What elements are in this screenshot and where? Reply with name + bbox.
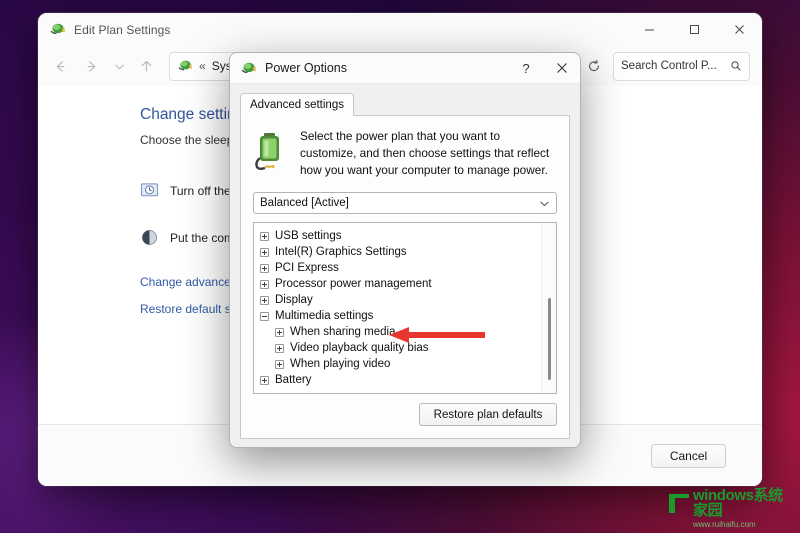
search-input[interactable] [621,60,726,72]
tab-advanced-settings[interactable]: Advanced settings [240,93,354,116]
dialog-body: Advanced settings Select the power plan … [230,84,580,440]
recent-locations-button[interactable] [108,52,130,81]
maximize-button[interactable] [672,13,717,46]
dialog-intro: Select the power plan that you want to c… [253,128,557,178]
dialog-footer: OK Cancel Apply [230,439,580,447]
watermark-brand: windows系统家园 [693,486,783,519]
watermark-url: www.ruihaifu.com [693,519,756,529]
dialog-title: Power Options [265,61,347,75]
power-plan-select[interactable]: Balanced [Active] [253,192,557,215]
tree-item-label: Intel(R) Graphics Settings [275,246,407,259]
expand-icon[interactable] [275,359,284,369]
expand-icon[interactable] [275,343,284,353]
power-plug-icon [50,23,65,34]
scrollbar-thumb[interactable] [548,298,551,380]
main-window-titlebar[interactable]: Edit Plan Settings [38,13,762,46]
restore-defaults-row: Restore plan defaults [253,394,557,428]
tree-item[interactable]: Processor power management [260,276,541,292]
forward-arrow-icon [87,60,96,72]
tree-item-label: Battery [275,374,312,387]
close-icon [735,25,744,34]
tree-item-label: USB settings [275,230,342,243]
settings-tree[interactable]: USB settings Intel(R) Graphics Settings PC… [253,222,557,395]
breadcrumb-separator: « [199,59,206,73]
tree-item[interactable]: When playing video [260,356,541,372]
expand-icon[interactable] [260,231,269,241]
tree-item[interactable]: USB settings [260,228,541,244]
power-plug-icon [241,62,256,73]
tree-item[interactable]: Display [260,292,541,308]
watermark-row: windows系统家园 [668,488,794,518]
main-window-title: Edit Plan Settings [74,22,171,37]
power-plan-value: Balanced [Active] [260,197,349,210]
battery-power-icon [255,133,279,170]
settings-tree-list: USB settings Intel(R) Graphics Settings PC… [254,223,541,393]
minimize-icon [645,29,654,31]
tree-item-label: Video playback quality bias [290,342,429,355]
tree-item[interactable]: PCI Express [260,260,541,276]
main-cancel-button[interactable]: Cancel [651,443,726,468]
expand-icon[interactable] [260,279,269,289]
maximize-icon [690,25,699,34]
back-arrow-icon [56,60,65,72]
chevron-down-icon[interactable] [539,198,550,209]
dialog-tabstrip: Advanced settings [240,93,570,116]
dialog-close-button[interactable] [544,53,580,84]
advanced-settings-panel: Select the power plan that you want to c… [240,116,570,440]
dialog-titlebar[interactable]: Power Options ? [230,53,580,84]
watermark: windows系统家园 www.ruihaifu.com [668,488,794,529]
tree-item-label: When playing video [290,358,391,371]
tree-item-label: Display [275,294,313,307]
up-button[interactable] [132,52,161,81]
search-icon[interactable] [730,59,742,73]
minimize-button[interactable] [627,13,672,46]
tree-item-label: Multimedia settings [275,310,374,323]
tree-item-label: When sharing media [290,326,396,339]
close-icon [557,63,567,73]
sleep-icon [141,229,158,246]
tree-item[interactable]: Video playback quality bias [260,340,541,356]
close-button[interactable] [717,13,762,46]
collapse-icon[interactable] [260,311,269,321]
dialog-help-button[interactable]: ? [508,53,544,84]
expand-icon[interactable] [260,263,269,273]
tree-item-label: Processor power management [275,278,432,291]
tree-item-label: PCI Express [275,262,339,275]
power-options-dialog: Power Options ? Advanced settings Select… [229,52,581,448]
restore-plan-defaults-button[interactable]: Restore plan defaults [419,403,557,427]
tree-item[interactable]: When sharing media [260,324,541,340]
power-plug-icon [178,60,192,71]
forward-button[interactable] [77,52,106,81]
window-controls [627,13,762,46]
display-icon [140,183,159,197]
dialog-intro-text: Select the power plan that you want to c… [300,129,550,177]
expand-icon[interactable] [260,247,269,257]
back-button[interactable] [46,52,75,81]
tree-item[interactable]: Intel(R) Graphics Settings [260,244,541,260]
settings-tree-scrollbar[interactable] [541,223,556,394]
tree-item[interactable]: Multimedia settings [260,308,541,324]
windows-logo-icon [669,493,689,513]
tree-item[interactable]: Battery [260,372,541,388]
refresh-button[interactable] [581,53,607,79]
expand-icon[interactable] [260,295,269,305]
expand-icon[interactable] [275,327,284,337]
refresh-icon [589,59,599,72]
expand-icon[interactable] [260,375,269,385]
chevron-down-icon [114,64,124,69]
up-arrow-icon [141,60,152,71]
search-box[interactable] [613,51,750,81]
